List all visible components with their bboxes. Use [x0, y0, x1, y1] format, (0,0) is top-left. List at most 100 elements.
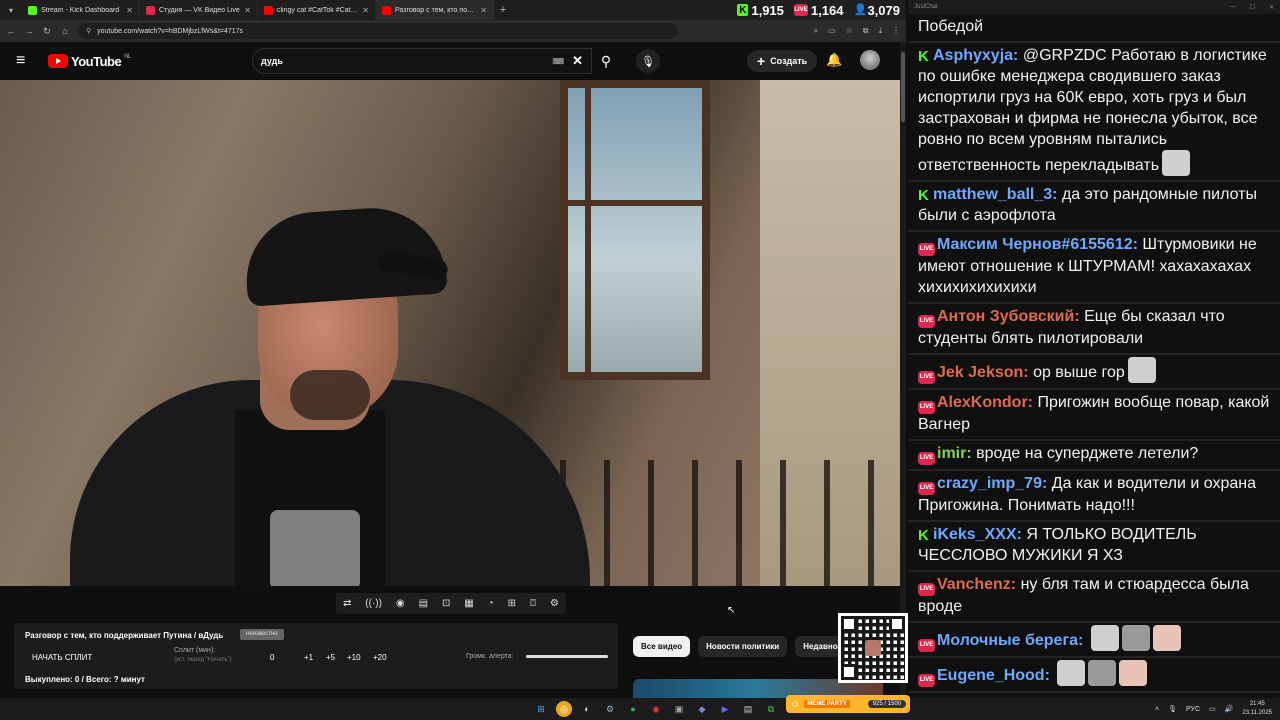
chat-username[interactable]: imir:	[937, 445, 972, 462]
close-icon[interactable]: ✕	[126, 6, 133, 15]
eye-icon[interactable]: ◉	[396, 598, 405, 609]
cast-icon[interactable]: ▭	[828, 26, 836, 36]
chat-username[interactable]: iKeks_XXX:	[933, 526, 1022, 543]
close-icon[interactable]: ✕	[244, 6, 251, 15]
plus-icon: +	[757, 53, 766, 69]
spotify-icon[interactable]: ●	[625, 701, 641, 717]
chip-politics-news[interactable]: Новости политики	[698, 636, 788, 657]
meme-party-label: MEME PARTY	[804, 700, 850, 708]
menu-dots-icon[interactable]: ⋮	[892, 26, 900, 36]
chat-username[interactable]: Антон Зубовский:	[937, 308, 1080, 325]
download-icon[interactable]: ⤓	[878, 26, 882, 36]
discord-icon[interactable]: ◆	[694, 701, 710, 717]
chat-username[interactable]: Asphyxyja:	[933, 47, 1018, 64]
add-10-button[interactable]: +10	[347, 653, 361, 662]
chat-username[interactable]: AlexKondor:	[937, 394, 1033, 411]
vk-favicon-icon	[146, 5, 155, 15]
chat-username[interactable]: matthew_ball_3:	[933, 186, 1057, 203]
add-1-button[interactable]: +1	[304, 653, 313, 662]
chat-username[interactable]: Vanchenz:	[937, 576, 1016, 593]
close-icon[interactable]: ✕	[362, 6, 369, 15]
chat-username[interactable]: Jek Jekson:	[937, 364, 1029, 381]
tab-clingy-cat[interactable]: clingy cat #CatTok #CatFails202… ✕	[258, 0, 376, 20]
search-button[interactable]: ⚲	[592, 48, 620, 74]
new-tab-button[interactable]: +	[494, 4, 512, 16]
search-input[interactable]: дудь ⌨ ✕	[252, 48, 592, 74]
chat-username[interactable]: Максим Чернов#6155612:	[937, 236, 1138, 253]
address-bar: ← → ↻ ⌂ ⚲ youtube.com/watch?v=hBDMjbzLfW…	[0, 20, 906, 42]
terminal-icon[interactable]: ⧉	[763, 701, 779, 717]
chevron-up-icon[interactable]: ˄	[1155, 706, 1159, 713]
minimize-icon[interactable]: —	[1230, 4, 1236, 11]
loop-icon[interactable]: ⇄	[343, 598, 351, 609]
chat-message: LIVE Антон Зубовский: Еще бы сказал что с…	[908, 304, 1280, 355]
clear-search-icon[interactable]: ✕	[572, 53, 583, 69]
zoom-icon[interactable]: ⌕	[814, 26, 818, 36]
volume-icon[interactable]: 🔊	[1225, 705, 1234, 713]
url-field[interactable]: ⚲ youtube.com/watch?v=hBDMjbzLfWs&t=4717…	[78, 23, 678, 39]
language-indicator[interactable]: РУС	[1186, 706, 1200, 713]
maximize-icon[interactable]: ☐	[1250, 4, 1255, 11]
network-icon[interactable]: ▭	[1209, 705, 1216, 713]
qr-code	[838, 613, 908, 683]
film-icon[interactable]: ▤	[419, 598, 428, 609]
audio-wave-icon[interactable]: ((·))	[365, 598, 382, 609]
vk-live-icon: LIVE	[793, 4, 808, 16]
camera-icon[interactable]: ⌼	[530, 598, 536, 609]
forward-icon[interactable]: →	[24, 26, 34, 36]
create-button[interactable]: + Создать	[747, 50, 818, 72]
youtube-logo[interactable]: YouTube NL	[48, 54, 131, 69]
add-5-button[interactable]: +5	[326, 653, 335, 662]
gear-icon[interactable]: ⚙	[550, 598, 559, 609]
chat-username[interactable]: crazy_imp_79:	[937, 475, 1047, 492]
extensions-icon[interactable]: ⧉	[863, 26, 869, 36]
reload-icon[interactable]: ↻	[42, 26, 52, 37]
keyboard-icon[interactable]: ⌨	[553, 57, 565, 66]
add-20-button[interactable]: +20	[373, 653, 387, 662]
video-player[interactable]	[0, 80, 900, 586]
plus-box-icon[interactable]: ⊞	[508, 598, 516, 609]
notifications-bell-icon[interactable]: 🔔	[826, 52, 842, 68]
hamburger-menu-icon[interactable]: ≡	[16, 52, 34, 70]
chrome-icon[interactable]: ◎	[556, 701, 572, 717]
resize-icon[interactable]: ⊡	[442, 598, 450, 609]
site-info-icon[interactable]: ⚲	[86, 27, 91, 35]
explorer-icon[interactable]: ▤	[740, 701, 756, 717]
voice-search-button[interactable]: 🎙	[636, 49, 660, 73]
record-icon[interactable]: ◉	[648, 701, 664, 717]
video-editor-icon[interactable]: ▶	[717, 701, 733, 717]
home-icon[interactable]: ⌂	[60, 26, 70, 36]
total-viewer-count: 3,079	[867, 2, 900, 18]
chat-emote-icon	[1090, 625, 1119, 651]
avatar[interactable]	[860, 50, 880, 70]
tab-kick-dashboard[interactable]: Stream - Kick Dashboard ✕	[22, 0, 140, 20]
chat-window-title: JustChat	[914, 4, 938, 10]
close-icon[interactable]: ✕	[480, 6, 487, 15]
split-total: Выкуплено: 0 / Всего: ? минут	[25, 675, 145, 684]
page-scrollbar[interactable]	[900, 42, 906, 698]
alert-volume-slider[interactable]	[526, 655, 608, 658]
scrollbar-thumb[interactable]	[901, 52, 905, 122]
tab-list-icon[interactable]: ▾	[0, 0, 22, 20]
chat-username[interactable]: Молочные берега:	[937, 632, 1083, 649]
search-icon: ⚲	[600, 52, 612, 69]
windows-start-icon[interactable]: ⊞	[533, 701, 549, 717]
chip-all-videos[interactable]: Все видео	[633, 636, 691, 657]
theater-icon[interactable]: ▦	[464, 598, 473, 609]
split-minutes-value[interactable]: 0	[270, 653, 274, 662]
tab-current-video[interactable]: Разговор с тем, кто поддерж… ✕	[376, 0, 494, 20]
back-icon[interactable]: ←	[6, 26, 16, 36]
media-icon[interactable]: ▣	[671, 701, 687, 717]
obs-icon[interactable]: ◐	[579, 701, 595, 717]
close-icon[interactable]: ✕	[1269, 4, 1274, 11]
mic-icon[interactable]: 🎙	[1168, 705, 1177, 713]
chat-username[interactable]: Eugene_Hood:	[937, 667, 1050, 684]
clock[interactable]: 21:45 23.11.2025	[1242, 700, 1272, 718]
kick-viewers: K 1,915	[737, 3, 784, 18]
bookmark-star-icon[interactable]: ☆	[846, 26, 853, 36]
tab-vk-studio[interactable]: Студия — VK Видео Live ✕	[140, 0, 258, 20]
steam-icon[interactable]: ⚙	[602, 701, 618, 717]
start-split-button[interactable]: НАЧАТЬ СПЛИТ	[32, 653, 92, 662]
vk-live-badge-icon: LIVE	[918, 401, 935, 414]
speed-icon[interactable]: ◔	[488, 598, 494, 609]
